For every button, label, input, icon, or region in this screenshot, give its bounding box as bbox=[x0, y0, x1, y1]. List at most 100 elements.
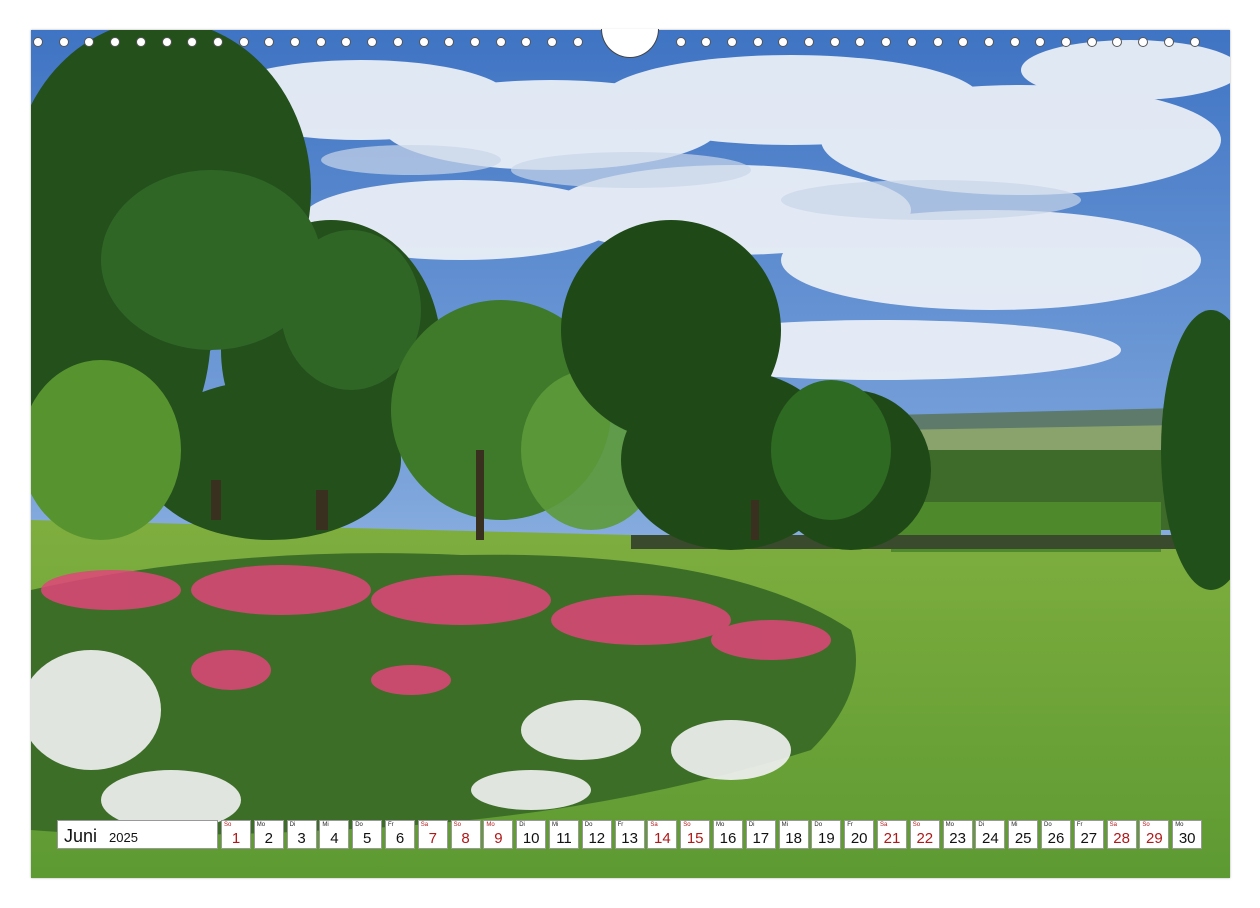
day-cell: Mo 9 bbox=[483, 820, 514, 849]
day-number: 13 bbox=[621, 830, 638, 847]
binding-hole bbox=[1189, 37, 1200, 47]
binding-hole bbox=[84, 37, 95, 47]
day-number: 10 bbox=[522, 830, 540, 847]
day-cell: Fr 6 bbox=[385, 820, 415, 849]
day-cell: Sa 21 bbox=[877, 820, 907, 849]
day-cell: Mi 4 bbox=[319, 820, 350, 849]
binding-hole bbox=[33, 37, 43, 47]
day-number: 29 bbox=[1146, 830, 1163, 847]
day-number: 5 bbox=[363, 830, 372, 847]
binding-hole bbox=[290, 37, 300, 47]
day-number: 8 bbox=[461, 830, 470, 847]
binding-hole bbox=[1163, 37, 1174, 47]
binding-hole bbox=[495, 37, 506, 47]
day-number: 24 bbox=[982, 830, 999, 847]
day-number: 21 bbox=[883, 830, 901, 847]
day-number: 20 bbox=[850, 830, 868, 847]
day-cell: Mo 30 bbox=[1172, 820, 1203, 849]
day-weekday: So bbox=[224, 822, 232, 828]
binding-hole bbox=[264, 37, 275, 47]
day-number: 9 bbox=[494, 830, 503, 847]
day-cell: Sa 28 bbox=[1106, 820, 1137, 849]
day-cell: Do 26 bbox=[1041, 820, 1071, 849]
day-number: 2 bbox=[264, 830, 273, 847]
day-cell: So 22 bbox=[909, 820, 940, 849]
day-number: 18 bbox=[785, 830, 802, 847]
day-weekday: Mi bbox=[322, 822, 329, 828]
day-cell: Mi 18 bbox=[778, 820, 809, 849]
binding-hole bbox=[521, 37, 532, 47]
day-weekday: Fr bbox=[1076, 822, 1083, 828]
day-weekday: Mi bbox=[552, 822, 559, 828]
day-weekday: So bbox=[683, 822, 691, 828]
day-weekday: Mo bbox=[486, 822, 495, 828]
day-cell: Fr 27 bbox=[1073, 820, 1104, 849]
binding-hole bbox=[906, 37, 917, 47]
park-photo bbox=[31, 30, 1230, 878]
day-cell: Di 10 bbox=[516, 820, 547, 849]
day-cell: Do 12 bbox=[581, 820, 612, 849]
day-cell: So 15 bbox=[680, 820, 711, 849]
binding-hole bbox=[161, 37, 172, 47]
day-number: 11 bbox=[556, 830, 572, 847]
binding-hole bbox=[752, 37, 763, 47]
day-weekday: Mo bbox=[945, 822, 954, 828]
binding-hole bbox=[418, 37, 429, 47]
binding-hole bbox=[726, 37, 737, 47]
binding-hole bbox=[547, 37, 557, 47]
binding-hole bbox=[58, 37, 69, 47]
day-cell: Sa 14 bbox=[647, 820, 678, 849]
binding-hole bbox=[135, 37, 146, 47]
binding-hole bbox=[1035, 37, 1046, 47]
day-weekday: Sa bbox=[880, 822, 888, 828]
day-weekday: Fr bbox=[388, 822, 394, 828]
day-number: 19 bbox=[818, 830, 835, 847]
binding-hole bbox=[110, 37, 121, 47]
day-weekday: Do bbox=[1044, 822, 1052, 828]
day-weekday: Do bbox=[814, 822, 823, 828]
binding-hole bbox=[469, 37, 480, 47]
day-cell: Di 17 bbox=[745, 820, 776, 849]
binding-hole bbox=[932, 37, 943, 47]
day-cell: Mi 25 bbox=[1008, 820, 1039, 849]
day-cell: Sa 7 bbox=[417, 820, 448, 849]
day-number: 16 bbox=[719, 830, 737, 847]
binding-hole bbox=[212, 37, 223, 47]
binding-hole bbox=[187, 37, 198, 47]
binding-hole bbox=[983, 37, 994, 47]
day-cell: Do 19 bbox=[811, 820, 842, 849]
binding-hole bbox=[392, 37, 403, 47]
day-number: 1 bbox=[231, 830, 241, 847]
day-cell: Mi 11 bbox=[549, 820, 579, 849]
day-number: 25 bbox=[1014, 830, 1032, 847]
day-number: 27 bbox=[1080, 830, 1098, 847]
day-weekday: Di bbox=[748, 822, 755, 828]
day-number: 6 bbox=[395, 830, 405, 847]
day-cell: Mo 2 bbox=[253, 820, 284, 849]
binding-hole bbox=[572, 37, 583, 47]
day-weekday: Di bbox=[289, 822, 296, 828]
day-cell: Di 24 bbox=[975, 820, 1006, 849]
binding-hole bbox=[881, 37, 892, 47]
binding-hole bbox=[367, 37, 378, 47]
month-label: Juni 2025 bbox=[57, 820, 218, 849]
day-weekday: Mo bbox=[716, 822, 725, 828]
day-number: 26 bbox=[1047, 830, 1065, 847]
binding-hole bbox=[1086, 37, 1097, 47]
binding-hole bbox=[855, 37, 866, 47]
day-cell: So 1 bbox=[221, 820, 251, 849]
binding-hole bbox=[444, 37, 455, 47]
binding-hole bbox=[829, 37, 840, 47]
day-cell: So 8 bbox=[450, 820, 481, 849]
binding-hole bbox=[341, 37, 352, 47]
day-number: 3 bbox=[297, 830, 306, 847]
day-weekday: Mi bbox=[781, 822, 788, 828]
day-weekday: So bbox=[453, 822, 461, 828]
day-cell: Mo 16 bbox=[713, 820, 743, 849]
day-number: 28 bbox=[1113, 830, 1130, 847]
binding-hole bbox=[1138, 37, 1149, 47]
park-landscape-image bbox=[31, 30, 1230, 878]
day-weekday: Do bbox=[355, 822, 363, 828]
binding-hole bbox=[778, 37, 789, 47]
binding-hole bbox=[804, 37, 814, 47]
